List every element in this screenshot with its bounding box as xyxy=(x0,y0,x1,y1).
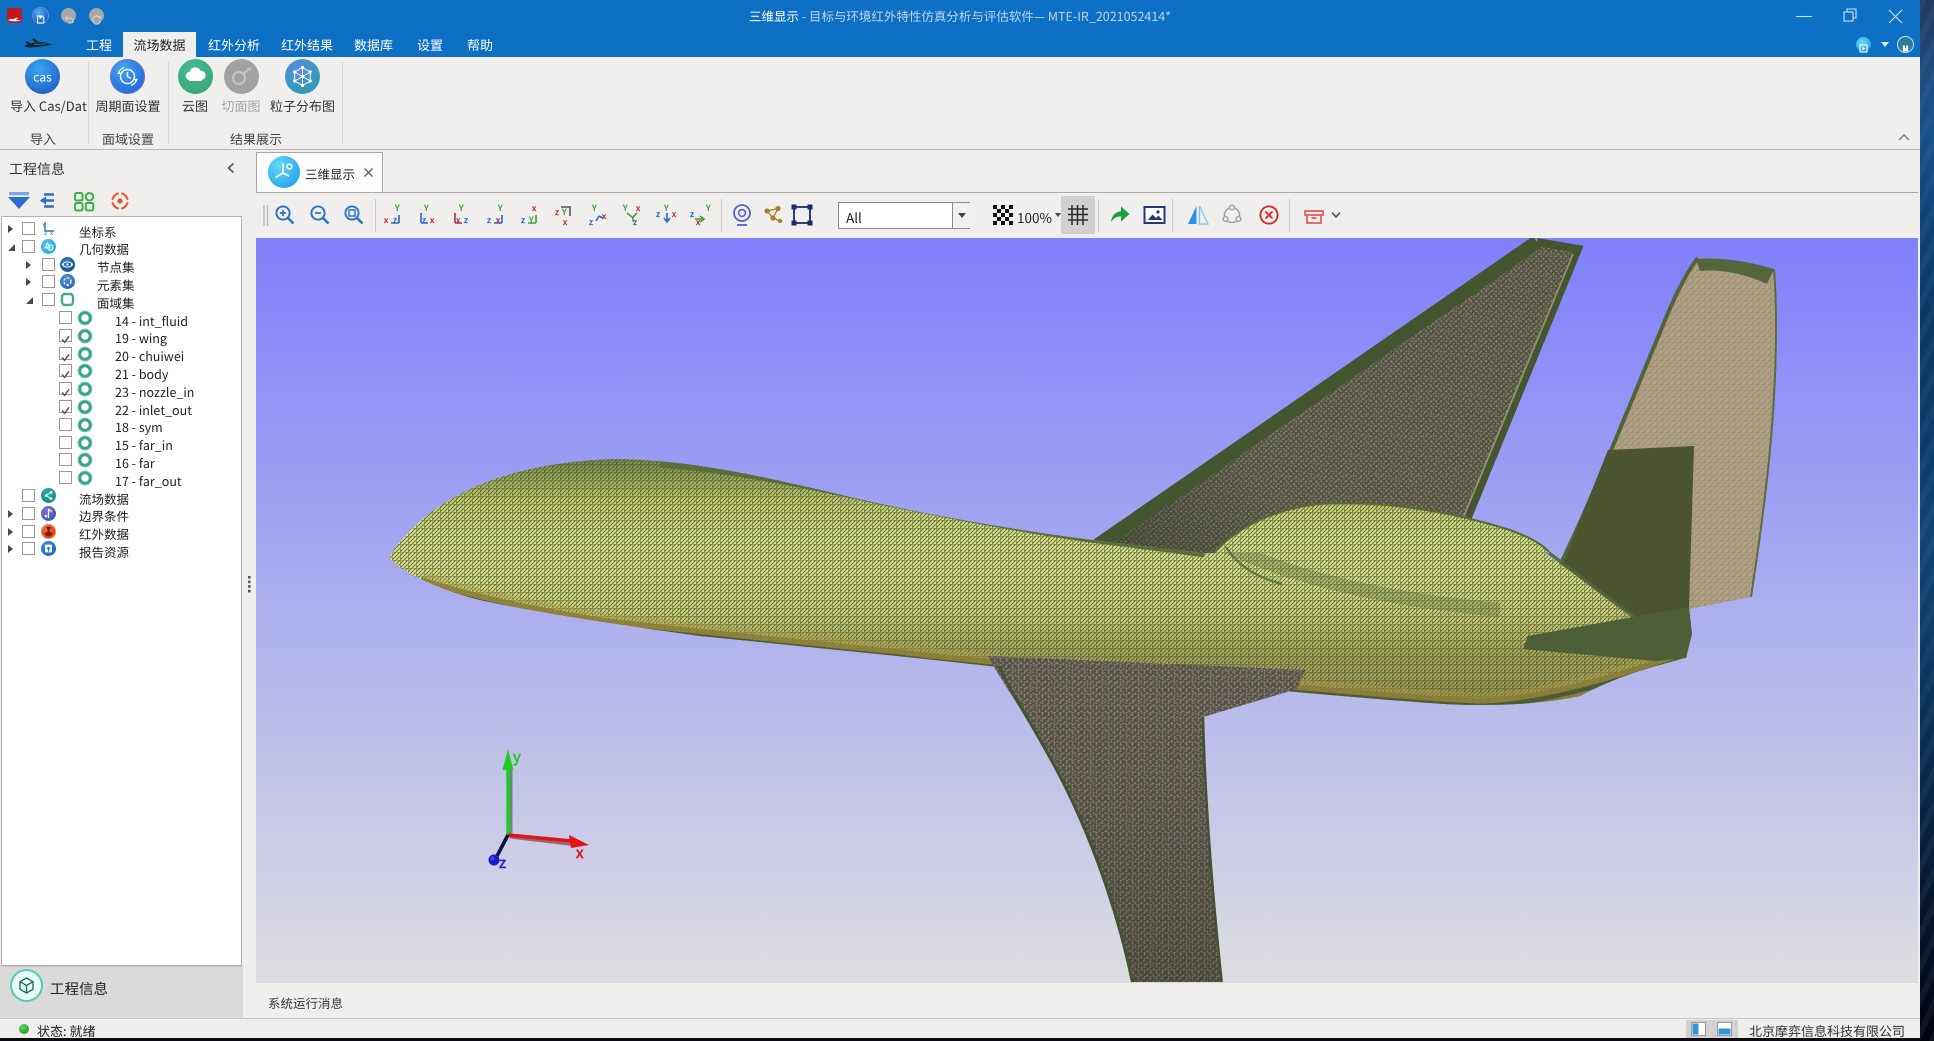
svg-text:z: z xyxy=(589,216,593,227)
svg-text:x: x xyxy=(575,842,584,863)
svg-text:z: z xyxy=(464,214,468,226)
svg-text:x: x xyxy=(635,203,641,214)
svg-text:x: x xyxy=(50,228,53,236)
svg-text:Y: Y xyxy=(663,203,669,214)
svg-text:Y: Y xyxy=(591,203,597,214)
svg-text:Y: Y xyxy=(458,203,464,214)
svg-text:x: x xyxy=(383,214,389,226)
svg-text:z: z xyxy=(499,852,506,873)
svg-text:z: z xyxy=(422,214,426,226)
svg-text:x: x xyxy=(531,203,537,214)
svg-text:z: z xyxy=(393,214,397,226)
svg-text:Y: Y xyxy=(528,214,534,226)
svg-text:z: z xyxy=(487,214,491,226)
svg-text:x: x xyxy=(601,210,607,222)
svg-text:Y: Y xyxy=(394,203,400,214)
svg-text:y: y xyxy=(512,746,522,767)
svg-text:z: z xyxy=(521,214,525,226)
svg-text:Y: Y xyxy=(622,203,628,214)
svg-text:x: x xyxy=(495,214,501,226)
svg-text:x: x xyxy=(429,214,435,226)
svg-text:x: x xyxy=(562,216,568,227)
svg-text:Y: Y xyxy=(423,203,429,214)
svg-text:z: z xyxy=(44,228,47,236)
svg-text:x: x xyxy=(671,208,677,220)
svg-text:z: z xyxy=(656,208,660,220)
svg-text:Y: Y xyxy=(705,203,711,214)
svg-text:Y: Y xyxy=(497,203,503,214)
svg-text:z: z xyxy=(690,208,694,220)
svg-text:x: x xyxy=(455,214,461,226)
svg-text:cas: cas xyxy=(33,69,52,86)
svg-text:z: z xyxy=(555,206,559,218)
